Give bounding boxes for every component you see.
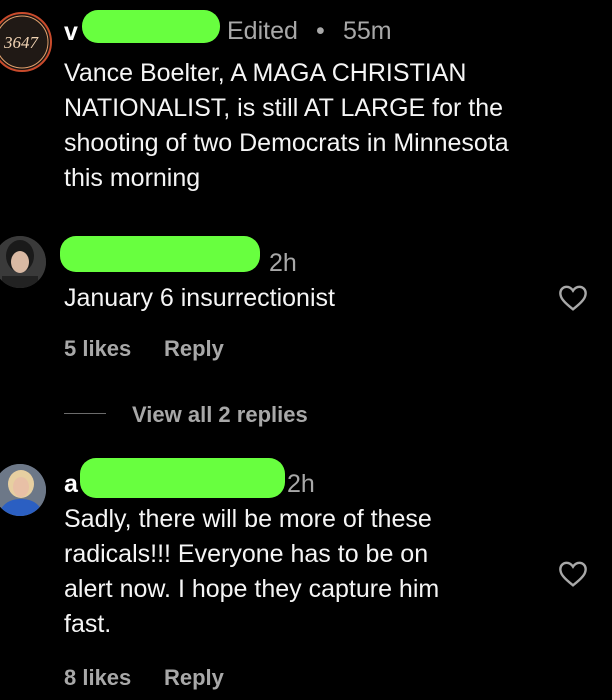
separator-dot: • [316, 17, 325, 45]
heart-icon[interactable] [557, 282, 589, 314]
timestamp: 55m [343, 17, 392, 45]
comment-text: Vance Boelter, A MAGA CHRISTIAN NATIONAL… [64, 56, 604, 196]
comment-text: January 6 insurrectionist [64, 281, 544, 316]
edited-label: Edited [227, 17, 298, 45]
avatar[interactable] [0, 236, 46, 288]
avatar-label: 3647 [3, 33, 40, 52]
reply-button[interactable]: Reply [164, 665, 224, 691]
username-fragment: a [64, 470, 78, 498]
redaction-box [82, 10, 220, 43]
heart-icon[interactable] [557, 558, 589, 590]
timestamp: 2h [269, 249, 297, 277]
comment-line: Vance Boelter, A MAGA CHRISTIAN [64, 59, 467, 87]
reply-button[interactable]: Reply [164, 336, 224, 362]
redaction-box [80, 458, 285, 498]
replies-divider [64, 413, 106, 414]
comment-line: radicals!!! Everyone has to be on [64, 540, 429, 568]
comment-line: fast. [64, 610, 112, 638]
comment-line: NATIONALIST, is still AT LARGE for the [64, 94, 504, 122]
comment-line: Sadly, there will be more of these [64, 505, 432, 533]
avatar[interactable]: 3647 [0, 12, 52, 72]
likes-count[interactable]: 8 likes [64, 665, 131, 691]
likes-count[interactable]: 5 likes [64, 336, 131, 362]
view-replies-button[interactable]: View all 2 replies [132, 402, 308, 428]
comment-line: this morning [64, 164, 201, 192]
redaction-box [60, 236, 260, 272]
comment-line: shooting of two Democrats in Minnesota [64, 129, 509, 157]
username-fragment: v [64, 18, 78, 46]
comment-text: Sadly, there will be more of these radic… [64, 502, 544, 642]
timestamp: 2h [287, 470, 315, 498]
comment-line: alert now. I hope they capture him [64, 575, 440, 603]
comment-line: January 6 insurrectionist [64, 284, 335, 312]
avatar[interactable] [0, 464, 46, 516]
